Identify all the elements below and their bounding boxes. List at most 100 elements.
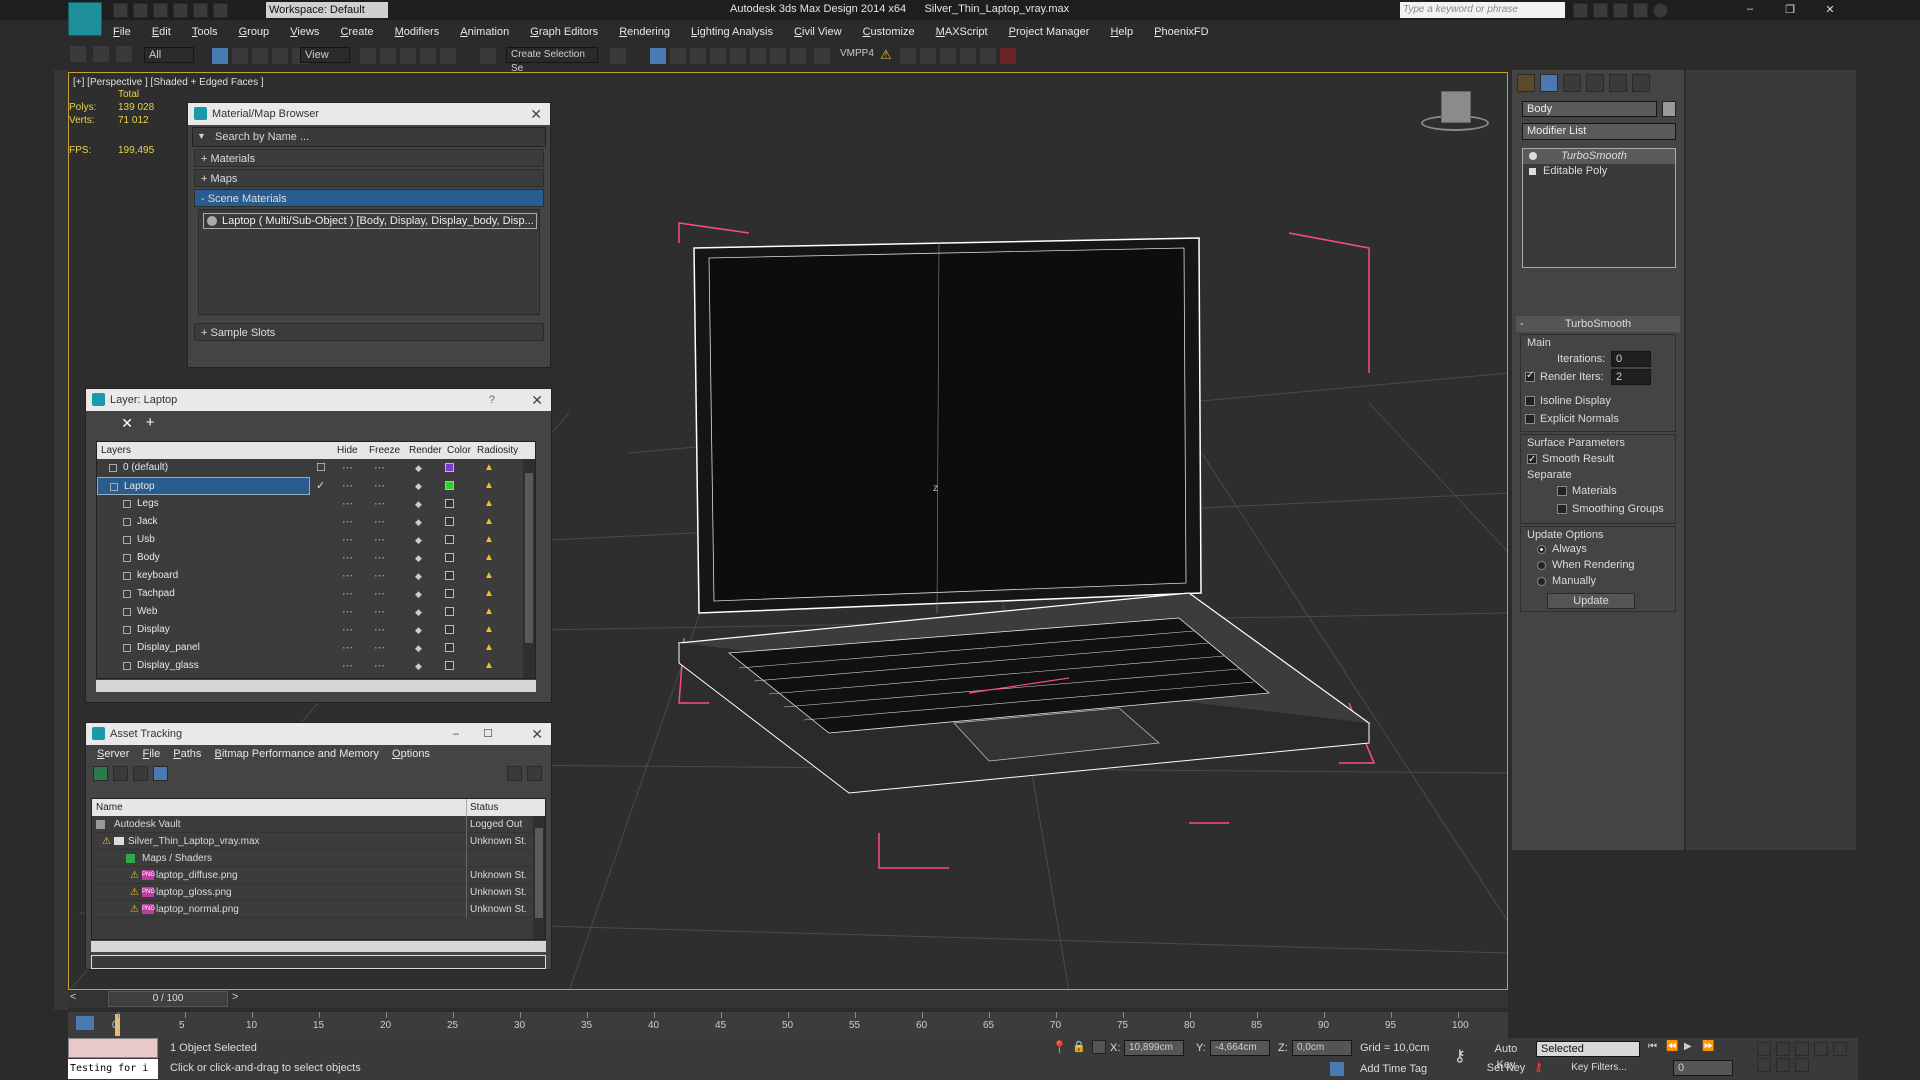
render-teapot-icon[interactable]: ◆	[415, 459, 422, 477]
menu-modifiers[interactable]: Modifiers	[386, 22, 449, 42]
freeze-toggle[interactable]: ⋯	[374, 603, 385, 621]
rollout-scene-materials[interactable]: - Scene Materials	[194, 189, 544, 207]
layer-name-cell[interactable]: Display	[97, 621, 310, 639]
menu-tools[interactable]: Tools	[183, 22, 227, 42]
create-layer-icon[interactable]	[95, 415, 113, 433]
color-swatch[interactable]	[445, 553, 454, 562]
menu-views[interactable]: Views	[281, 22, 328, 42]
layer-row[interactable]: Web ⋯ ⋯ ◆ ▲	[97, 603, 535, 621]
layer-name-cell[interactable]: Display_panel	[97, 639, 310, 657]
redo-icon[interactable]	[193, 3, 209, 18]
radiosity-icon[interactable]: ▲	[484, 495, 494, 513]
spinner-snap-icon[interactable]	[439, 47, 457, 65]
tools-icon[interactable]	[527, 766, 542, 781]
radiosity-icon[interactable]: ▲	[484, 477, 494, 495]
update-button[interactable]: Update	[1547, 593, 1635, 609]
hide-toggle[interactable]: ⋯	[342, 675, 353, 678]
key-mode-dropdown[interactable]: Selected	[1536, 1041, 1640, 1057]
layer-row[interactable]: keyboard ⋯ ⋯ ◆ ▲	[97, 567, 535, 585]
unlink-icon[interactable]	[92, 45, 111, 63]
freeze-toggle[interactable]: ⋯	[374, 531, 385, 549]
percent-snap-icon[interactable]	[419, 47, 437, 65]
set-key-button[interactable]: Set Key	[1484, 1060, 1528, 1076]
phoenix-preview-icon[interactable]	[979, 47, 997, 65]
menu-graph-editors[interactable]: Graph Editors	[521, 22, 607, 42]
user-icon[interactable]	[1593, 3, 1609, 18]
freeze-toggle[interactable]: ⋯	[374, 513, 385, 531]
layer-name-cell[interactable]: Display_body	[97, 675, 310, 678]
help-icon[interactable]	[1653, 3, 1669, 18]
hide-toggle[interactable]: ⋯	[342, 477, 353, 495]
layer-row[interactable]: Jack ⋯ ⋯ ◆ ▲	[97, 513, 535, 531]
key-filters-button[interactable]: Key Filters...	[1558, 1060, 1640, 1076]
render-iters-spinner[interactable]: 2	[1611, 369, 1651, 385]
modify-tab-icon[interactable]	[1540, 74, 1559, 92]
col-render[interactable]: Render	[409, 442, 442, 459]
mirror-toolbar-icon[interactable]	[609, 47, 627, 65]
menu-group[interactable]: Group	[230, 22, 279, 42]
render-teapot-icon[interactable]: ◆	[415, 513, 422, 531]
materials-checkbox[interactable]	[1557, 486, 1567, 497]
freeze-toggle[interactable]: ⋯	[374, 675, 385, 678]
color-swatch[interactable]	[445, 625, 454, 634]
object-name-field[interactable]: Body	[1522, 101, 1657, 117]
table-view-icon[interactable]	[153, 766, 169, 781]
scene-material-item[interactable]: Laptop ( Multi/Sub-Object ) [Body, Displ…	[203, 213, 537, 229]
menu-lighting-analysis[interactable]: Lighting Analysis	[682, 22, 782, 42]
vertical-scrollbar[interactable]	[533, 816, 545, 939]
save-file-icon[interactable]	[153, 3, 169, 18]
color-swatch[interactable]	[445, 589, 454, 598]
delete-layer-icon[interactable]: ✕	[118, 415, 137, 433]
phoenix-stop-icon[interactable]	[999, 47, 1017, 65]
layer-row[interactable]: Display ⋯ ⋯ ◆ ▲	[97, 621, 535, 639]
current-layer-toggle[interactable]: ☐	[316, 459, 326, 477]
rollout-sample-slots[interactable]: + Sample Slots	[194, 323, 544, 341]
color-swatch[interactable]	[445, 571, 454, 580]
freeze-all-layers-icon[interactable]	[233, 415, 252, 433]
zoom-all-icon[interactable]	[1776, 1042, 1791, 1056]
edit-named-selection-icon[interactable]	[479, 47, 497, 65]
hide-toggle[interactable]: ⋯	[342, 531, 353, 549]
menu-create[interactable]: Create	[331, 22, 382, 42]
radiosity-icon[interactable]: ▲	[484, 621, 494, 639]
freeze-toggle[interactable]: ⋯	[374, 477, 385, 495]
asset-row[interactable]: ⚠ PNG laptop_diffuse.png Unknown St.	[92, 867, 545, 884]
laptop-model[interactable]: z	[677, 237, 1371, 794]
tools-icon[interactable]	[1613, 3, 1629, 18]
open-file-icon[interactable]	[133, 3, 149, 18]
hide-toggle[interactable]: ⋯	[342, 549, 353, 567]
project-folder-icon[interactable]	[213, 3, 229, 18]
layer-name-cell[interactable]: Body	[97, 549, 310, 567]
select-by-name-icon[interactable]	[231, 47, 249, 65]
hide-toggle[interactable]: ⋯	[342, 495, 353, 513]
configure-sets-icon[interactable]	[1642, 277, 1661, 295]
selection-filter-dropdown[interactable]: All	[144, 47, 194, 63]
horizontal-scrollbar[interactable]	[96, 680, 536, 692]
set-key-icon[interactable]: ⚷	[1534, 1060, 1550, 1076]
when-rendering-radio[interactable]	[1537, 560, 1546, 570]
maximize-icon[interactable]: ☐	[483, 723, 493, 745]
color-swatch[interactable]	[445, 535, 454, 544]
close-window-button[interactable]: ✕	[1815, 0, 1845, 20]
menu-customize[interactable]: Customize	[854, 22, 924, 42]
asset-row[interactable]: ⚠ Silver_Thin_Laptop_vray.max Unknown St.	[92, 833, 545, 850]
isoline-checkbox[interactable]	[1525, 396, 1535, 407]
radiosity-icon[interactable]: ▲	[484, 513, 494, 531]
phoenix-sim-icon[interactable]	[959, 47, 977, 65]
graphite-tools-icon[interactable]	[669, 47, 687, 65]
list-view-icon[interactable]	[113, 766, 129, 781]
asset-menu-paths[interactable]: Paths	[168, 745, 206, 763]
viewport-label[interactable]: [+] [Perspective ] [Shaded + Edged Faces…	[73, 77, 264, 88]
layer-name-cell[interactable]: Tachpad	[97, 585, 310, 603]
radiosity-icon[interactable]: ▲	[484, 549, 494, 567]
menu-civil-view[interactable]: Civil View	[785, 22, 850, 42]
layer-name-cell[interactable]: Laptop	[97, 477, 310, 495]
motion-tab-icon[interactable]	[1586, 74, 1605, 92]
create-tab-icon[interactable]	[1517, 74, 1535, 92]
utilities-tab-icon[interactable]	[1632, 74, 1651, 92]
lock-selection-icon[interactable]: 🔒	[1072, 1040, 1086, 1053]
layer-name-cell[interactable]: 0 (default)	[97, 459, 310, 477]
star-icon[interactable]	[1633, 3, 1649, 18]
layer-row[interactable]: Laptop ✓ ⋯ ⋯ ◆ ▲	[97, 477, 535, 495]
hide-toggle[interactable]: ⋯	[342, 621, 353, 639]
